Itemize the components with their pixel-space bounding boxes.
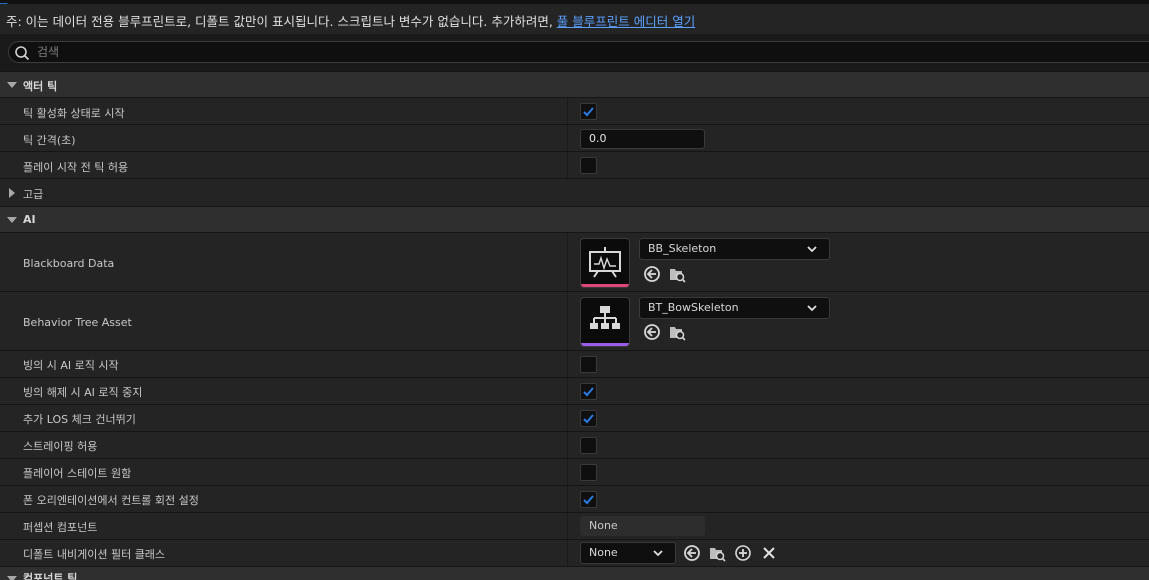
blackboard-icon [589,247,621,278]
section-label: AI [23,213,36,226]
property-label: 스트레이핑 허용 [23,440,98,453]
add-icon[interactable] [734,544,752,562]
use-selected-icon[interactable] [643,265,661,283]
column-divider [567,513,568,539]
blackboard-thumbnail[interactable] [580,238,630,288]
wants-player-state-checkbox[interactable] [580,464,597,481]
search-input[interactable] [37,43,1117,61]
column-divider [567,540,568,566]
section-actor-tick[interactable]: 액터 틱 [0,71,1149,97]
behavior-tree-asset-combo[interactable]: BT_BowSkeleton [639,297,830,319]
clear-icon[interactable] [760,544,778,562]
property-label: 틱 활성화 상태로 시작 [23,107,125,120]
column-divider [567,378,568,404]
checkmark-icon [583,387,594,397]
advanced-label: 고급 [23,188,44,201]
nav-filter-class-combo[interactable]: None [580,542,676,564]
browse-icon[interactable] [668,323,686,341]
checkmark-icon [583,495,594,505]
row-start-logic-on-possess: 빙의 시 AI 로직 시작 [0,350,1149,377]
allow-tick-before-begin-play-checkbox[interactable] [580,157,597,174]
column-divider [567,233,568,291]
behavior-tree-icon [590,306,620,329]
column-divider [567,152,568,178]
chevron-down-icon [807,246,817,253]
skip-extra-los-checks-checkbox[interactable] [580,410,597,427]
row-skip-extra-los-checks: 추가 LOS 체크 건너뛰기 [0,404,1149,431]
collapsed-arrow-icon [9,188,15,198]
start-logic-on-possess-checkbox[interactable] [580,356,597,373]
row-blackboard-data: Blackboard Data BB_Skeleton [0,232,1149,291]
column-divider [567,432,568,458]
set-control-rotation-checkbox[interactable] [580,491,597,508]
row-default-nav-filter: 디폴트 내비게이션 필터 클래스 None [0,539,1149,566]
row-wants-player-state: 플레이어 스테이트 원함 [0,458,1149,485]
blackboard-asset-combo[interactable]: BB_Skeleton [639,238,830,260]
property-label: 틱 간격(초) [23,134,76,147]
column-divider [567,486,568,512]
property-label: Blackboard Data [23,257,115,270]
browse-icon[interactable] [708,544,726,562]
data-only-notice: 주: 이는 데이터 전용 블루프린트로, 디폴트 값만이 표시됩니다. 스크립트… [0,4,1149,34]
start-with-tick-enabled-checkbox[interactable] [580,103,597,120]
row-start-with-tick-enabled: 틱 활성화 상태로 시작 [0,97,1149,124]
property-label: 폰 오리엔테이션에서 컨트롤 회전 설정 [23,494,199,507]
search-icon [15,46,30,61]
row-allow-strafe: 스트레이핑 허용 [0,431,1149,458]
chevron-down-icon [653,550,663,557]
selected-asset: BB_Skeleton [648,242,717,255]
property-label: 퍼셉션 컴포넌트 [23,521,98,534]
property-label: 빙의 시 AI 로직 시작 [23,359,119,372]
expand-arrow-icon [7,217,17,223]
section-ai[interactable]: AI [0,206,1149,232]
property-label: 추가 LOS 체크 건너뛰기 [23,413,136,426]
property-label: 플레이 시작 전 틱 허용 [23,161,129,174]
column-divider [567,292,568,350]
allow-strafe-checkbox[interactable] [580,437,597,454]
chevron-down-icon [807,305,817,312]
column-divider [567,459,568,485]
row-set-control-rotation: 폰 오리엔테이션에서 컨트롤 회전 설정 [0,485,1149,512]
open-full-editor-link[interactable]: 풀 블루프린트 에디터 열기 [557,14,695,29]
perception-component-value: None [580,516,705,536]
column-divider [567,351,568,377]
checkmark-icon [583,107,594,117]
property-label: 빙의 해제 시 AI 로직 중지 [23,386,143,399]
column-divider [567,405,568,431]
notice-text: 주: 이는 데이터 전용 블루프린트로, 디폴트 값만이 표시됩니다. 스크립트… [6,11,695,30]
column-divider [567,125,568,151]
expand-arrow-icon [7,576,17,580]
use-selected-icon[interactable] [683,544,701,562]
row-behavior-tree-asset: Behavior Tree Asset BT_BowSkeleton [0,291,1149,350]
row-perception-component: 퍼셉션 컴포넌트 None [0,512,1149,539]
selected-class: None [589,546,618,559]
browse-icon[interactable] [668,265,686,283]
section-component-tick[interactable]: 컴포넌트 틱 [0,566,1149,580]
tick-interval-input[interactable]: 0.0 [580,129,705,149]
asset-type-bar [581,343,629,346]
row-advanced[interactable]: 고급 [0,178,1149,206]
stop-logic-on-unpossess-checkbox[interactable] [580,383,597,400]
notice-message: 주: 이는 데이터 전용 블루프린트로, 디폴트 값만이 표시됩니다. 스크립트… [6,14,557,29]
expand-arrow-icon [7,82,17,88]
use-selected-icon[interactable] [643,323,661,341]
column-divider [567,98,568,124]
property-label: 플레이어 스테이트 원함 [23,467,132,480]
checkmark-icon [583,414,594,424]
asset-type-bar [581,284,629,287]
row-allow-tick-before-begin-play: 플레이 시작 전 틱 허용 [0,151,1149,178]
selected-asset: BT_BowSkeleton [648,301,739,314]
row-tick-interval: 틱 간격(초) 0.0 [0,124,1149,151]
row-stop-logic-on-unpossess: 빙의 해제 시 AI 로직 중지 [0,377,1149,404]
property-label: 디폴트 내비게이션 필터 클래스 [23,548,166,561]
search-bar[interactable] [8,41,1149,63]
section-label: 액터 틱 [23,80,58,93]
property-label: Behavior Tree Asset [23,316,132,329]
behavior-tree-thumbnail[interactable] [580,297,630,347]
